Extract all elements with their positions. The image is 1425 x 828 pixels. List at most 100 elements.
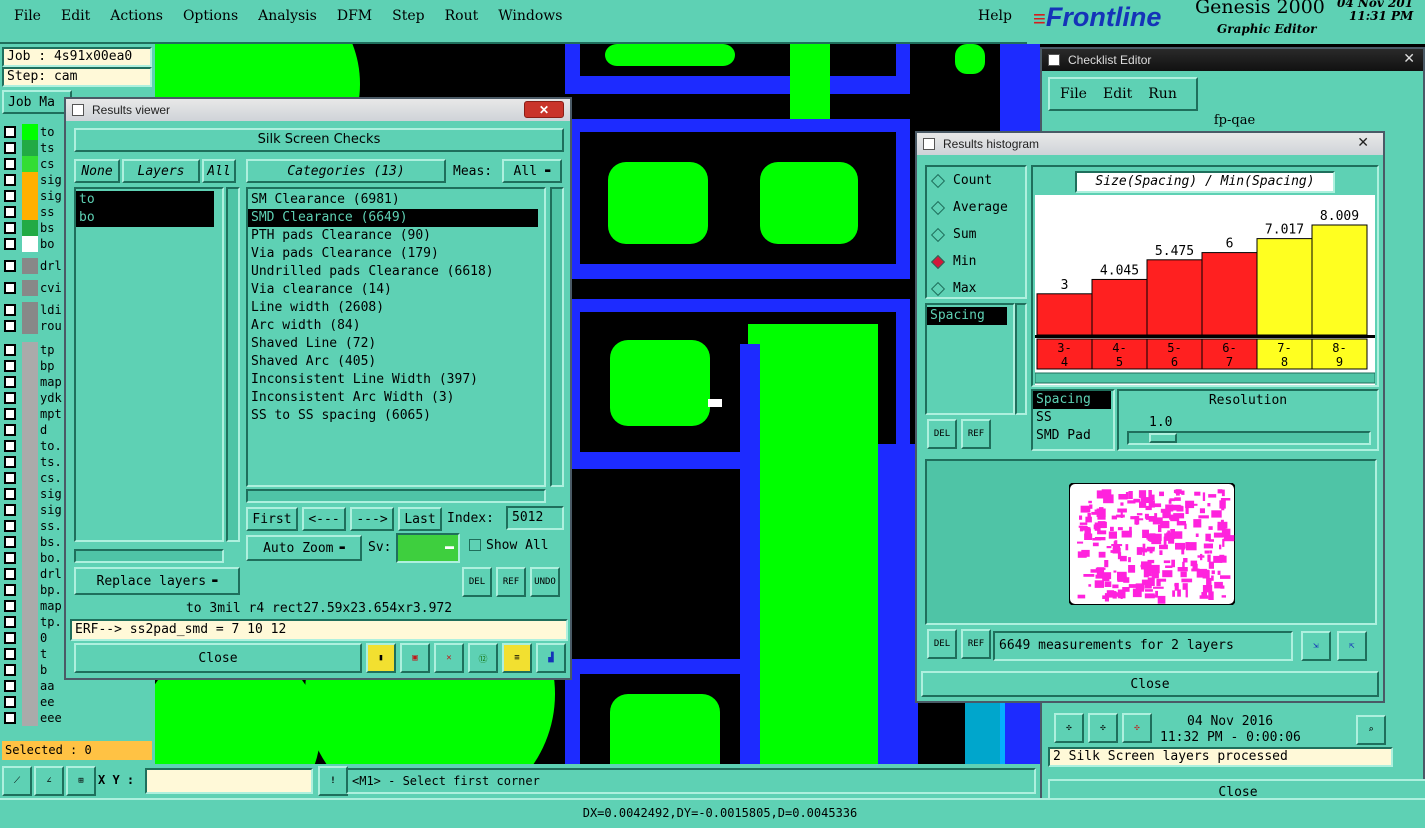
menu-help[interactable]: Help: [978, 8, 1012, 24]
layer-checkbox[interactable]: [4, 320, 16, 332]
results-viewer-titlebar[interactable]: Results viewer ✕: [66, 99, 570, 121]
category-item[interactable]: Undrilled pads Clearance (6618): [248, 263, 544, 281]
layer-list-hscroll[interactable]: [74, 549, 224, 563]
layer-checkbox[interactable]: [4, 648, 16, 660]
layer-checkbox[interactable]: [4, 260, 16, 272]
preview-del-button[interactable]: DEL: [927, 629, 957, 659]
index-input[interactable]: 5012: [506, 506, 564, 530]
preview-ref-button[interactable]: REF: [961, 629, 991, 659]
pin-icon[interactable]: ▮: [366, 643, 396, 673]
close-icon[interactable]: ✕: [1357, 134, 1369, 151]
menu-step[interactable]: Step: [392, 8, 424, 24]
menu-edit[interactable]: Edit: [61, 8, 90, 24]
layer-checkbox[interactable]: [4, 664, 16, 676]
layer-checkbox[interactable]: [4, 488, 16, 500]
layer-list-scrollbar[interactable]: [226, 187, 240, 542]
list-item[interactable]: to: [76, 191, 214, 209]
category-item[interactable]: Inconsistent Line Width (397): [248, 371, 544, 389]
category-item[interactable]: Shaved Arc (405): [248, 353, 544, 371]
layer-checkbox[interactable]: [4, 304, 16, 316]
none-button[interactable]: None: [74, 159, 120, 183]
layer-checkbox[interactable]: [4, 536, 16, 548]
layer-row[interactable]: eee: [0, 710, 150, 726]
category-item[interactable]: SM Clearance (6981): [248, 191, 544, 209]
checklist-titlebar[interactable]: Checklist Editor ✕: [1042, 49, 1423, 71]
layer-checkbox[interactable]: [4, 424, 16, 436]
layer-checkbox[interactable]: [4, 158, 16, 170]
layer-checkbox[interactable]: [4, 392, 16, 404]
layer-checkbox[interactable]: [4, 568, 16, 580]
alert-icon[interactable]: !: [318, 766, 348, 796]
layer-checkbox[interactable]: [4, 174, 16, 186]
next-button[interactable]: --->: [350, 507, 394, 531]
list-item[interactable]: Spacing: [1033, 391, 1111, 409]
layer-checkbox[interactable]: [4, 680, 16, 692]
layer-checkbox[interactable]: [4, 584, 16, 596]
menu-edit[interactable]: Edit: [1103, 86, 1132, 102]
layer-checkbox[interactable]: [4, 472, 16, 484]
layer-checkbox[interactable]: [4, 616, 16, 628]
menu-file[interactable]: File: [1060, 86, 1087, 102]
menu-rout[interactable]: Rout: [445, 8, 479, 24]
sv-color-select[interactable]: ▬: [396, 533, 460, 563]
layer-checkbox[interactable]: [4, 632, 16, 644]
ref-button[interactable]: REF: [496, 567, 526, 597]
hist-ref-button[interactable]: REF: [961, 419, 991, 449]
layer-checkbox[interactable]: [4, 222, 16, 234]
list-item[interactable]: Spacing: [927, 307, 1007, 325]
layer-row[interactable]: ee: [0, 694, 150, 710]
category-item[interactable]: Shaved Line (72): [248, 335, 544, 353]
auto-zoom-select[interactable]: Auto Zoom ▬: [246, 535, 362, 561]
category-item[interactable]: Inconsistent Arc Width (3): [248, 389, 544, 407]
mode-radio-min[interactable]: Min: [927, 248, 1025, 275]
mode-radio-sum[interactable]: Sum: [927, 221, 1025, 248]
replace-layers-select[interactable]: Replace layers ▬: [74, 567, 240, 595]
layer-checkbox[interactable]: [4, 142, 16, 154]
layer-checkbox[interactable]: [4, 376, 16, 388]
export-icon[interactable]: ⇲: [1301, 631, 1331, 661]
layer-checkbox[interactable]: [4, 504, 16, 516]
first-button[interactable]: First: [246, 507, 298, 531]
rv-close-button[interactable]: Close: [74, 643, 362, 673]
category-item[interactable]: SS to SS spacing (6065): [248, 407, 544, 425]
menu-actions[interactable]: Actions: [110, 8, 163, 24]
category-item[interactable]: SMD Clearance (6649): [248, 209, 538, 227]
categories-scrollbar[interactable]: [550, 187, 564, 487]
all-button[interactable]: All: [202, 159, 236, 183]
last-button[interactable]: Last: [398, 507, 442, 531]
slider-thumb[interactable]: [1149, 433, 1177, 443]
category-item[interactable]: Via clearance (14): [248, 281, 544, 299]
layer-checkbox[interactable]: [4, 190, 16, 202]
mode-radio-average[interactable]: Average: [927, 194, 1025, 221]
sub-list[interactable]: Spacing SS SMD Pad: [1031, 389, 1115, 451]
layer-checkbox[interactable]: [4, 712, 16, 724]
prev-button[interactable]: <---: [302, 507, 346, 531]
layer-checkbox[interactable]: [4, 408, 16, 420]
layer-checkbox[interactable]: [4, 440, 16, 452]
board-preview-map[interactable]: [1069, 483, 1235, 605]
xy-input[interactable]: [145, 768, 313, 794]
layer-row[interactable]: aa: [0, 678, 150, 694]
categories-hscroll[interactable]: [246, 489, 546, 503]
layers-button[interactable]: Layers: [122, 159, 200, 183]
menu-analysis[interactable]: Analysis: [258, 8, 317, 24]
report-icon[interactable]: ▣: [400, 643, 430, 673]
layer-checkbox[interactable]: [4, 282, 16, 294]
measure-list-scrollbar[interactable]: [1015, 303, 1027, 415]
layer-checkbox[interactable]: [4, 206, 16, 218]
category-item[interactable]: Line width (2608): [248, 299, 544, 317]
menu-file[interactable]: File: [14, 8, 41, 24]
categories-list[interactable]: SM Clearance (6981) SMD Clearance (6649) P…: [246, 187, 546, 487]
import-icon[interactable]: ⇱: [1337, 631, 1367, 661]
measure-list[interactable]: Spacing: [925, 303, 1015, 415]
hist-close-button[interactable]: Close: [921, 671, 1379, 697]
run-icon[interactable]: ✣: [1088, 713, 1118, 743]
job-manager-button[interactable]: Job Ma: [2, 90, 72, 114]
resolution-slider[interactable]: [1127, 431, 1371, 445]
meas-select[interactable]: All ▬: [502, 159, 562, 183]
layer-filter-list[interactable]: to bo: [74, 187, 224, 542]
menu-run[interactable]: Run: [1148, 86, 1177, 102]
category-item[interactable]: Arc width (84): [248, 317, 544, 335]
layer-checkbox[interactable]: [4, 126, 16, 138]
list-item[interactable]: SMD Pad: [1033, 427, 1113, 445]
